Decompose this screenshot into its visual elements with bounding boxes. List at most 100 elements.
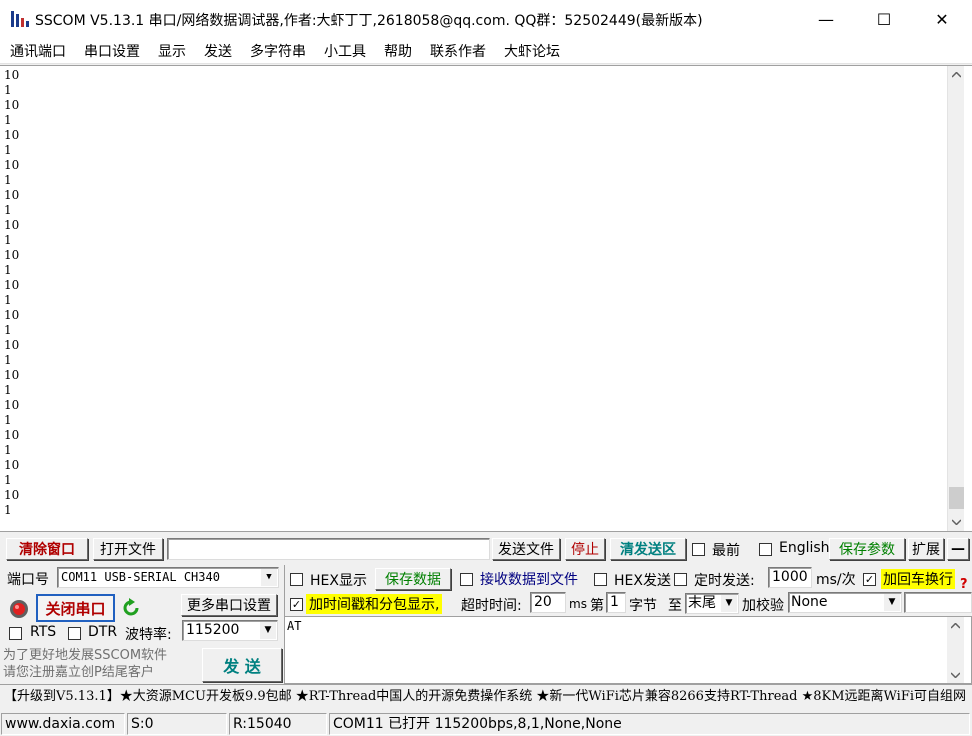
baud-value: 115200 [186,622,240,638]
close-button[interactable]: ✕ [913,0,971,38]
timestamp-checkbox[interactable]: ✓ [290,598,303,611]
receive-line: 10 [4,368,20,382]
expand-button[interactable]: 扩展 [908,538,944,560]
checksum-select[interactable]: None ▼ [788,592,902,613]
window-title: SSCOM V5.13.1 串口/网络数据调试器,作者:大虾丁丁,2618058… [35,13,703,29]
receive-line: 10 [4,338,20,352]
menu-send[interactable]: 发送 [195,41,241,61]
add-crlf-label: 加回车换行 [881,569,955,589]
menu-bar: 通讯端口 串口设置 显示 发送 多字符串 小工具 帮助 联系作者 大虾论坛 [0,38,972,64]
receive-line: 10 [4,458,20,472]
scroll-down-icon[interactable] [948,513,965,530]
receive-line: 1 [4,473,12,487]
dtr-label: DTR [88,624,118,640]
receive-line: 1 [4,83,12,97]
checksum-result-field [904,592,972,613]
receive-line: 1 [4,293,12,307]
send-scrollbar[interactable] [947,617,964,683]
timeout-unit: ms [569,597,587,611]
minimize-icon: — [818,9,834,29]
receive-line: 1 [4,233,12,247]
receive-line: 1 [4,443,12,457]
byte-from-input[interactable]: 1 [606,592,626,613]
status-bar: www.daxia.com S:0 R:15040 COM11 已打开 1152… [0,710,972,736]
rts-checkbox[interactable] [9,627,22,640]
file-path-field[interactable] [167,538,490,560]
baud-select[interactable]: 115200 ▼ [182,620,278,641]
timed-send-checkbox[interactable] [674,573,687,586]
collapse-button[interactable]: — [947,538,969,560]
port-select[interactable]: COM11 USB-SERIAL CH340 ▼ [57,567,279,588]
timeout-input[interactable]: 20 [530,592,566,613]
add-crlf-checkbox[interactable]: ✓ [863,573,876,586]
receive-line: 1 [4,383,12,397]
receive-scrollbar[interactable] [947,66,964,531]
timed-send-label: 定时发送: [694,573,755,589]
timeout-label: 超时时间: [461,598,522,614]
send-button[interactable]: 发 送 [202,648,282,682]
menu-forum[interactable]: 大虾论坛 [495,41,569,61]
scroll-down-icon[interactable] [947,666,964,683]
receive-line: 10 [4,158,20,172]
hex-display-checkbox[interactable] [290,573,303,586]
hex-display-label: HEX显示 [310,573,367,589]
status-website[interactable]: www.daxia.com [1,713,125,735]
close-port-button[interactable]: 关闭串口 [36,594,115,622]
app-logo-icon [11,11,29,27]
menu-contact-author[interactable]: 联系作者 [421,41,495,61]
menu-multi-string[interactable]: 多字符串 [241,41,315,61]
recv-to-file-checkbox[interactable] [460,573,473,586]
hex-send-checkbox[interactable] [594,573,607,586]
chevron-down-icon: ▼ [721,595,737,612]
send-text: AT [287,619,302,633]
open-file-button[interactable]: 打开文件 [93,538,163,560]
receive-line: 1 [4,113,12,127]
save-data-button[interactable]: 保存数据 [375,568,451,590]
rts-label: RTS [30,624,57,640]
close-icon: ✕ [935,9,949,29]
clear-window-button[interactable]: 清除窗口 [6,538,88,560]
send-textarea[interactable]: AT [284,616,972,684]
english-checkbox[interactable] [759,543,772,556]
more-serial-settings-button[interactable]: 更多串口设置 [181,594,277,616]
scroll-thumb[interactable] [949,487,964,509]
byte-from-label: 第 [590,598,604,614]
menu-tools[interactable]: 小工具 [315,41,375,61]
recv-to-file-label[interactable]: 接收数据到文件 [480,569,578,589]
scroll-up-icon[interactable] [948,66,965,83]
help-question-icon[interactable]: ? [960,577,968,592]
receive-line: 10 [4,128,20,142]
to-value: 末尾 [688,595,716,611]
dtr-checkbox[interactable] [68,627,81,640]
menu-serial-settings[interactable]: 串口设置 [75,41,149,61]
to-select[interactable]: 末尾 ▼ [685,593,739,614]
promo-text[interactable]: 为了更好地发展SSCOM软件 请您注册嘉立创P结尾客户 [3,647,199,683]
minimize-button[interactable]: — [797,0,855,38]
refresh-icon[interactable] [120,597,142,619]
checksum-value: None [791,594,828,610]
menu-help[interactable]: 帮助 [375,41,421,61]
menu-comm-port[interactable]: 通讯端口 [4,41,75,61]
chevron-down-icon: ▼ [884,594,900,611]
interval-input[interactable]: 1000 [768,567,812,588]
maximize-button[interactable]: ☐ [855,0,913,38]
send-file-button[interactable]: 发送文件 [492,538,560,560]
receive-line: 1 [4,413,12,427]
timestamp-label: 加时间戳和分包显示, [306,594,443,614]
maximize-icon: ☐ [876,9,892,29]
receive-area[interactable]: 10 1 10 1 10 1 10 1 10 1 10 1 10 1 10 1 10 1 10 1 10 1 10 1 10 1 1… [0,65,972,532]
chevron-down-icon: ▼ [260,622,276,639]
topmost-checkbox[interactable] [692,543,705,556]
receive-line: 10 [4,398,20,412]
clear-send-button[interactable]: 清发送区 [610,538,686,560]
english-label: English [779,540,830,556]
to-label: 至 [668,598,682,614]
save-params-button[interactable]: 保存参数 [829,538,905,560]
port-label: 端口号 [7,572,49,588]
stop-button[interactable]: 停止 [565,538,605,560]
receive-line: 10 [4,488,20,502]
menu-display[interactable]: 显示 [149,41,195,61]
news-ticker[interactable]: 【升级到V5.13.1】★大资源MCU开发板9.9包邮 ★RT-Thread中国… [0,684,972,710]
receive-line: 1 [4,173,12,187]
scroll-up-icon[interactable] [947,617,964,634]
